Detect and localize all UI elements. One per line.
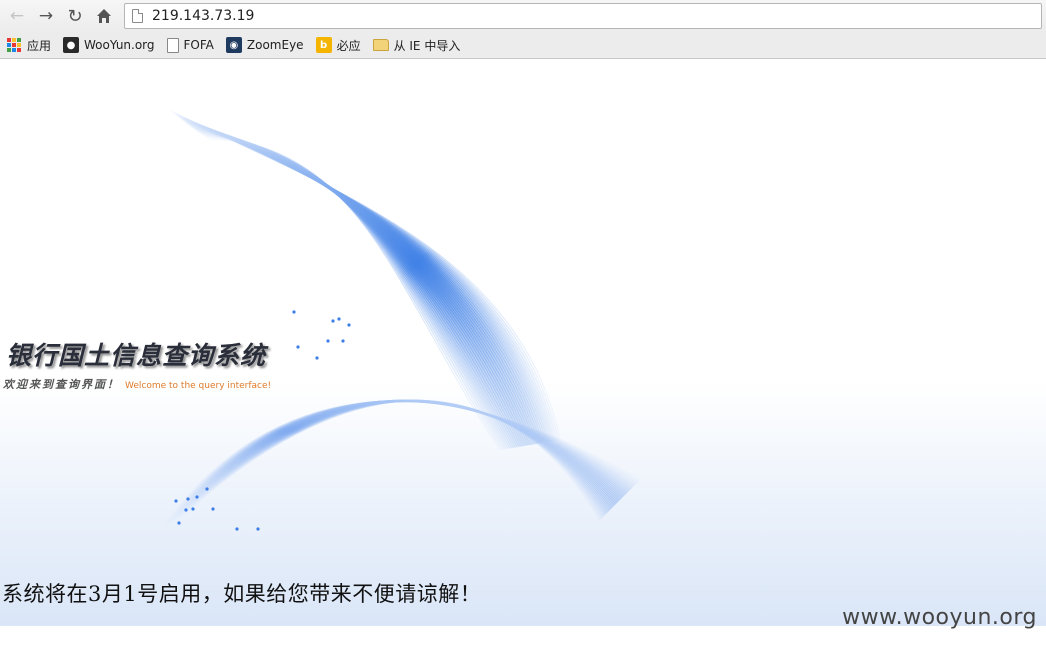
swirl-dot	[256, 527, 260, 531]
bookmark-label: FOFA	[183, 38, 214, 52]
swirl-dot	[337, 317, 341, 321]
subtitle-english: Welcome to the query interface!	[125, 381, 272, 391]
page-icon	[132, 9, 143, 23]
url-text[interactable]: 219.143.73.19	[152, 8, 254, 24]
bookmark-zoomeye[interactable]: ◉ ZoomEye	[225, 37, 304, 53]
back-arrow-icon[interactable]: ←	[6, 5, 28, 27]
bookmark-label: WooYun.org	[84, 38, 155, 52]
bookmark-label: ZoomEye	[246, 38, 304, 52]
swirl-dot	[347, 323, 351, 327]
page-icon	[166, 37, 179, 53]
swirl-dot	[292, 310, 296, 314]
bookmark-import-ie[interactable]: 从 IE 中导入	[372, 37, 461, 54]
forward-arrow-icon[interactable]: →	[35, 5, 57, 27]
subtitle-chinese: 欢迎来到查询界面！	[3, 378, 120, 391]
swirl-dot	[341, 339, 345, 343]
notice-message: 系统将在3月1号启用，如果给您带来不便请谅解！	[2, 582, 482, 606]
reload-icon[interactable]: ↻	[64, 5, 86, 27]
swirl-dot	[195, 495, 199, 499]
bookmark-wooyun[interactable]: ● WooYun.org	[63, 37, 155, 53]
swirl-dot	[184, 508, 188, 512]
browser-toolbar: ← → ↻ 219.143.73.19	[0, 0, 1046, 32]
bookmark-label: 从 IE 中导入	[393, 38, 461, 53]
swirl-dot	[235, 527, 239, 531]
home-button[interactable]	[93, 5, 115, 27]
swirl-lines	[159, 109, 641, 531]
page-content: 银行国土信息查询系统 欢迎来到查询界面！ Welcome to the quer…	[0, 60, 1046, 648]
bookmarks-bar: 应用 ● WooYun.org FOFA ◉ ZoomEye b 必应 从 IE…	[0, 32, 1046, 59]
apps-grid-icon	[6, 37, 22, 53]
bookmark-bing[interactable]: b 必应	[315, 37, 361, 54]
watermark-text: www.wooyun.org	[842, 605, 1037, 630]
folder-icon	[372, 39, 389, 51]
wooyun-icon: ●	[63, 37, 80, 53]
swirl-dot	[211, 507, 215, 511]
swirl-dot	[186, 497, 190, 501]
bookmark-label: 应用	[27, 38, 52, 53]
swirl-dot	[331, 319, 335, 323]
home-icon	[97, 9, 111, 23]
bookmark-apps[interactable]: 应用	[6, 37, 51, 54]
swirl-dot	[315, 356, 319, 360]
bookmark-label: 必应	[336, 38, 361, 53]
swirl-dot	[296, 345, 300, 349]
bing-icon: b	[315, 37, 332, 53]
zoomeye-eye-icon: ◉	[225, 37, 242, 53]
swirl-dot	[191, 507, 195, 511]
swirl-dot	[177, 521, 181, 525]
page-subtitle: 欢迎来到查询界面！ Welcome to the query interface…	[3, 376, 271, 392]
bookmark-fofa[interactable]: FOFA	[166, 37, 214, 53]
swirl-dot	[326, 339, 330, 343]
swirl-dot	[205, 487, 209, 491]
address-bar[interactable]: 219.143.73.19	[124, 3, 1042, 29]
page-title: 银行国土信息查询系统	[6, 341, 267, 370]
swirl-dot	[174, 499, 178, 503]
